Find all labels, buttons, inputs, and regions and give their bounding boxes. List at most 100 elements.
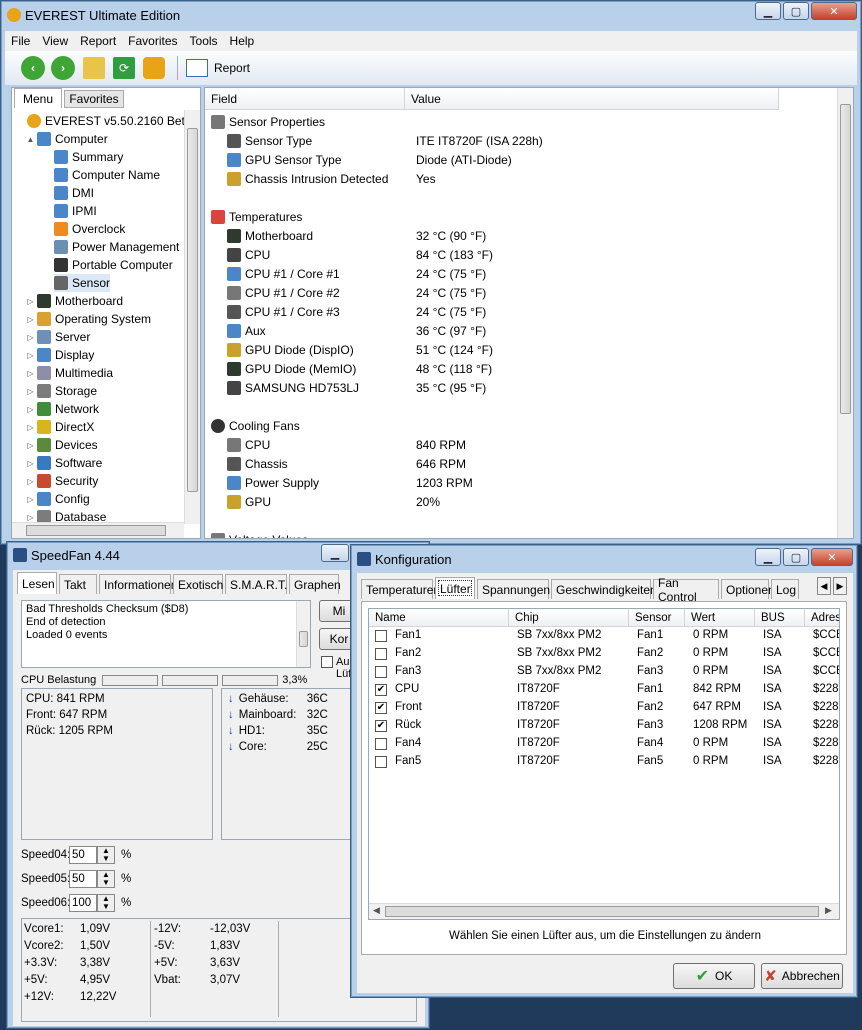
speed-input[interactable]: 50: [69, 870, 97, 888]
tree-item[interactable]: EVEREST v5.50.2160 Beta: [16, 112, 184, 130]
tree-item[interactable]: ▷ DirectX: [26, 418, 94, 436]
fan-enable-checkbox[interactable]: [375, 666, 387, 678]
fan-row[interactable]: Fan3 SB 7xx/8xx PM2 Fan3 0 RPM ISA $CCB: [369, 663, 839, 681]
sensor-row[interactable]: CPU #1 / Core #3 24 °C (75 °F): [211, 302, 831, 321]
menu-report[interactable]: Report: [74, 34, 122, 48]
sensor-row[interactable]: Chassis 646 RPM: [211, 454, 831, 473]
fan-row[interactable]: ✔ Rück IT8720F Fan3 1208 RPM ISA $228: [369, 717, 839, 735]
konfiguration-title-bar[interactable]: Konfiguration: [351, 545, 857, 573]
speed-spinner[interactable]: ▲ ▼: [97, 894, 115, 912]
autospeed-checkbox[interactable]: [321, 656, 333, 668]
up-folder-icon[interactable]: [83, 57, 105, 79]
tab-favorites[interactable]: Favorites: [64, 90, 124, 108]
sensor-row[interactable]: Motherboard 32 °C (90 °F): [211, 226, 831, 245]
menu-tools[interactable]: Tools: [184, 34, 224, 48]
column-value[interactable]: Value: [405, 88, 779, 110]
expand-icon[interactable]: ▷: [26, 369, 35, 378]
expand-icon[interactable]: ▷: [26, 315, 35, 324]
sensor-row[interactable]: GPU Sensor Type Diode (ATI-Diode): [211, 150, 831, 169]
fan-row[interactable]: Fan2 SB 7xx/8xx PM2 Fan2 0 RPM ISA $CCB: [369, 645, 839, 663]
close-button[interactable]: ✕: [811, 2, 857, 20]
tree-item[interactable]: ▷ Server: [26, 328, 90, 346]
speed-spinner[interactable]: ▲ ▼: [97, 870, 115, 888]
fan-row[interactable]: Fan5 IT8720F Fan5 0 RPM ISA $228: [369, 753, 839, 771]
tree-item[interactable]: ▷ Security: [26, 472, 98, 490]
tree-item[interactable]: ▷ Software: [26, 454, 102, 472]
tree-item[interactable]: Overclock: [54, 220, 125, 238]
log-scrollbar[interactable]: [296, 601, 310, 667]
refresh-icon[interactable]: ⟳: [113, 57, 135, 79]
sensor-row[interactable]: Sensor Type ITE IT8720F (ISA 228h): [211, 131, 831, 150]
sensor-row[interactable]: GPU Diode (DispIO) 51 °C (124 °F): [211, 340, 831, 359]
minimize-button[interactable]: ▁: [755, 2, 781, 20]
expand-icon[interactable]: ▲: [26, 135, 35, 144]
tree-item[interactable]: ▷ Display: [26, 346, 94, 364]
expand-icon[interactable]: ▷: [26, 495, 35, 504]
expand-icon[interactable]: ▷: [26, 351, 35, 360]
expand-icon[interactable]: ▷: [26, 405, 35, 414]
expand-icon[interactable]: ▷: [26, 423, 35, 432]
expand-icon[interactable]: ▷: [26, 387, 35, 396]
fan-column-header[interactable]: Sensor: [629, 609, 685, 627]
sensor-row[interactable]: GPU Diode (MemIO) 48 °C (118 °F): [211, 359, 831, 378]
speed-input[interactable]: 50: [69, 846, 97, 864]
hscroll-left-icon[interactable]: ◀: [373, 905, 380, 916]
fan-column-header[interactable]: Chip: [509, 609, 629, 627]
expand-icon[interactable]: ▷: [26, 459, 35, 468]
fan-row[interactable]: ✔ Front IT8720F Fan2 647 RPM ISA $228: [369, 699, 839, 717]
tree-item[interactable]: ▷ Operating System: [26, 310, 151, 328]
tree-hscrollbar[interactable]: [12, 522, 184, 538]
fan-column-header[interactable]: BUS: [755, 609, 805, 627]
expand-icon[interactable]: ▷: [26, 297, 35, 306]
fan-enable-checkbox[interactable]: [375, 738, 387, 750]
forward-icon[interactable]: ›: [51, 56, 75, 80]
konfig-tab[interactable]: Optionen: [721, 579, 775, 599]
sensor-row[interactable]: Power Supply 1203 RPM: [211, 473, 831, 492]
speedfan-minimize-button[interactable]: ▁: [321, 544, 349, 562]
fan-enable-checkbox[interactable]: ✔: [375, 720, 387, 732]
speed-input[interactable]: 100: [69, 894, 97, 912]
konfig-tab[interactable]: Log: [771, 579, 799, 599]
tree-item[interactable]: Computer Name: [54, 166, 160, 184]
konfig-tab[interactable]: Fan Control: [653, 576, 719, 604]
menu-help[interactable]: Help: [224, 34, 261, 48]
fan-row[interactable]: Fan4 IT8720F Fan4 0 RPM ISA $228: [369, 735, 839, 753]
tree-scroll-thumb[interactable]: [187, 128, 198, 492]
sensor-row[interactable]: SAMSUNG HD753LJ 35 °C (95 °F): [211, 378, 831, 397]
speedfan-tab[interactable]: S.M.A.R.T.: [225, 574, 287, 594]
tree-item[interactable]: Summary: [54, 148, 123, 166]
tree-item[interactable]: ▷ Storage: [26, 382, 97, 400]
details-scrollbar[interactable]: [837, 88, 853, 538]
tree-item[interactable]: ▷ Config: [26, 490, 90, 508]
back-icon[interactable]: ‹: [21, 56, 45, 80]
report-icon[interactable]: [186, 59, 208, 77]
fan-column-header[interactable]: Adress: [805, 609, 839, 627]
sensor-row[interactable]: Chassis Intrusion Detected Yes: [211, 169, 831, 188]
konfig-tab[interactable]: Spannungen: [477, 579, 550, 599]
expand-icon[interactable]: ▷: [26, 513, 35, 522]
menu-view[interactable]: View: [36, 34, 74, 48]
expand-icon[interactable]: ▷: [26, 477, 35, 486]
fan-enable-checkbox[interactable]: [375, 648, 387, 660]
autospeed-option[interactable]: Au Lüf: [321, 656, 351, 680]
konfig-tab[interactable]: Geschwindigkeiten: [551, 579, 657, 599]
users-icon[interactable]: [143, 57, 165, 79]
sensor-row[interactable]: CPU 84 °C (183 °F): [211, 245, 831, 264]
expand-icon[interactable]: ▷: [26, 441, 35, 450]
speed-spinner[interactable]: ▲ ▼: [97, 846, 115, 864]
tree-item[interactable]: IPMI: [54, 202, 97, 220]
tree-scrollbar[interactable]: [184, 110, 200, 524]
tree-item[interactable]: ▷ Multimedia: [26, 364, 113, 382]
menu-file[interactable]: File: [5, 34, 36, 48]
fan-row[interactable]: ✔ CPU IT8720F Fan1 842 RPM ISA $228: [369, 681, 839, 699]
tree-item[interactable]: Sensor: [54, 274, 111, 292]
speedfan-tab[interactable]: Lesen: [17, 572, 57, 594]
maximize-button[interactable]: ▢: [783, 2, 809, 20]
sensor-row[interactable]: Aux 36 °C (97 °F): [211, 321, 831, 340]
fan-column-header[interactable]: Name: [369, 609, 509, 627]
speedfan-tab[interactable]: Graphen: [289, 574, 341, 594]
expand-icon[interactable]: ▷: [26, 333, 35, 342]
dialog-minimize-button[interactable]: ▁: [755, 548, 781, 566]
konfig-tab[interactable]: Lüfter: [435, 577, 475, 599]
fan-column-header[interactable]: Wert: [685, 609, 755, 627]
